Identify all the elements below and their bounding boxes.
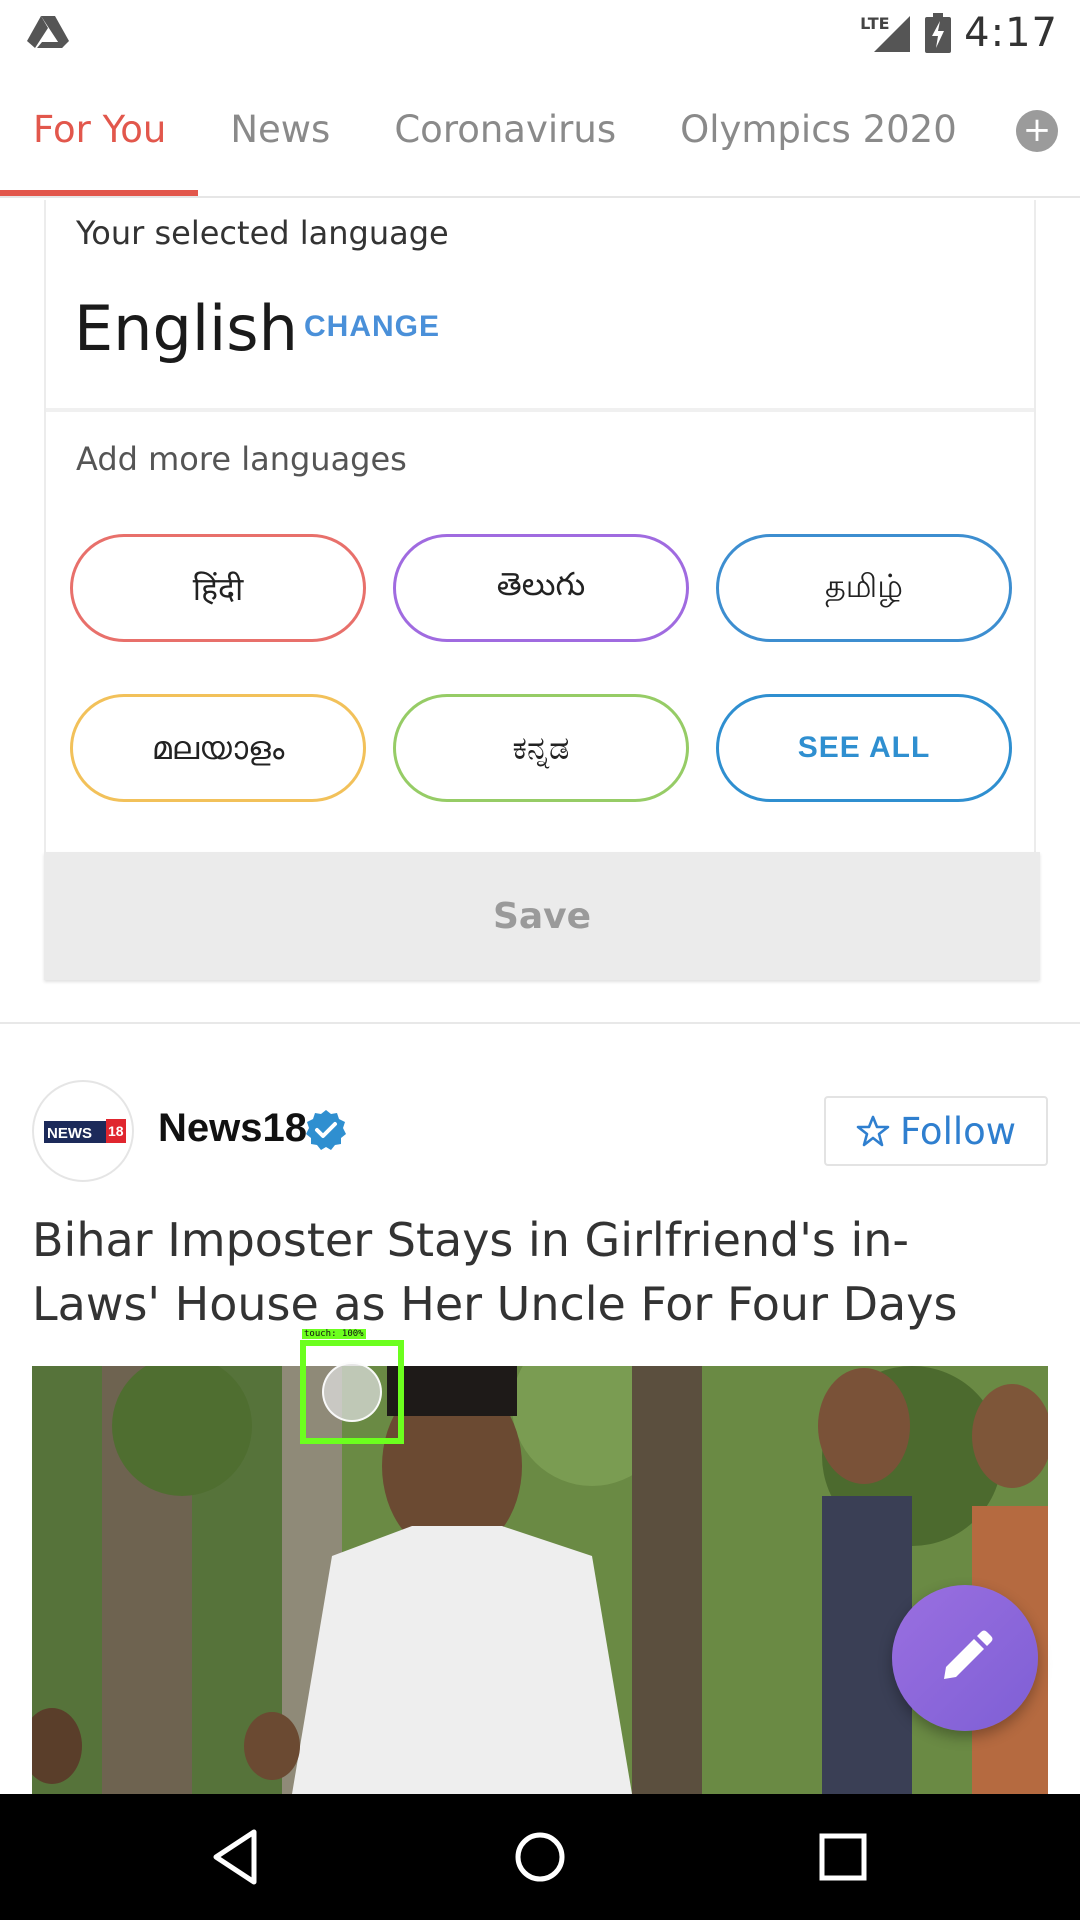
verified-badge-icon [306,1110,346,1150]
see-all-languages-button[interactable]: SEE ALL [716,694,1012,802]
feed-separator [0,1022,1080,1024]
follow-label: Follow [899,1109,1017,1153]
clock: 4:17 [964,10,1058,56]
news-image[interactable] [32,1366,1048,1794]
publisher-logo[interactable]: NEWS 18 [32,1080,134,1182]
drive-triangle-icon [27,16,69,48]
language-chip-kannada[interactable]: ಕನ್ನಡ [393,694,689,802]
publisher-name[interactable]: News18 [158,1106,307,1151]
system-nav-bar [0,1794,1080,1920]
touch-point [322,1362,382,1422]
news-photo [32,1366,1048,1794]
news-headline[interactable]: Bihar Imposter Stays in Girlfriend's in-… [32,1208,1032,1336]
home-circle-icon[interactable] [507,1824,573,1890]
compose-fab-button[interactable] [892,1585,1038,1731]
save-button[interactable]: Save [44,852,1040,980]
divider [46,408,1034,412]
lte-signal-icon: LTE [860,12,912,54]
tab-olympics-2020[interactable]: Olympics 2020 [648,66,989,196]
svg-text:NEWS: NEWS [47,1125,92,1142]
back-triangle-icon[interactable] [204,1824,270,1890]
tab-coronavirus[interactable]: Coronavirus [362,66,648,196]
add-languages-label: Add more languages [76,440,407,478]
language-chip-tamil[interactable]: தமிழ் [716,534,1012,642]
tab-news[interactable]: News [198,66,362,196]
tab-list: For You News Coronavirus Olympics 2020 F [0,66,1074,196]
follow-button[interactable]: Follow [824,1096,1048,1166]
change-language-button[interactable]: CHANGE [304,310,440,344]
selected-language-label: Your selected language [76,214,449,252]
category-tab-bar: For You News Coronavirus Olympics 2020 F… [0,66,1080,198]
language-card: Your selected language English CHANGE Ad… [44,200,1040,980]
language-chip-telugu[interactable]: తెలుగు [393,534,689,642]
news18-logo-icon: NEWS 18 [44,1119,126,1143]
svg-text:18: 18 [108,1123,124,1139]
language-chip-hindi[interactable]: हिंदी [70,534,366,642]
star-icon [856,1115,890,1147]
current-language: English [74,292,298,365]
add-tab-button[interactable]: + [1016,110,1058,152]
language-chip-malayalam[interactable]: മലയാളം [70,694,366,802]
edit-pencil-icon [944,1630,993,1679]
touch-indicator-label: touch: 100% [302,1329,366,1339]
battery-charging-icon [925,13,952,53]
tab-for-you[interactable]: For You [0,66,199,196]
status-bar: LTE 4:17 [0,0,1080,66]
recents-square-icon[interactable] [810,1824,876,1890]
